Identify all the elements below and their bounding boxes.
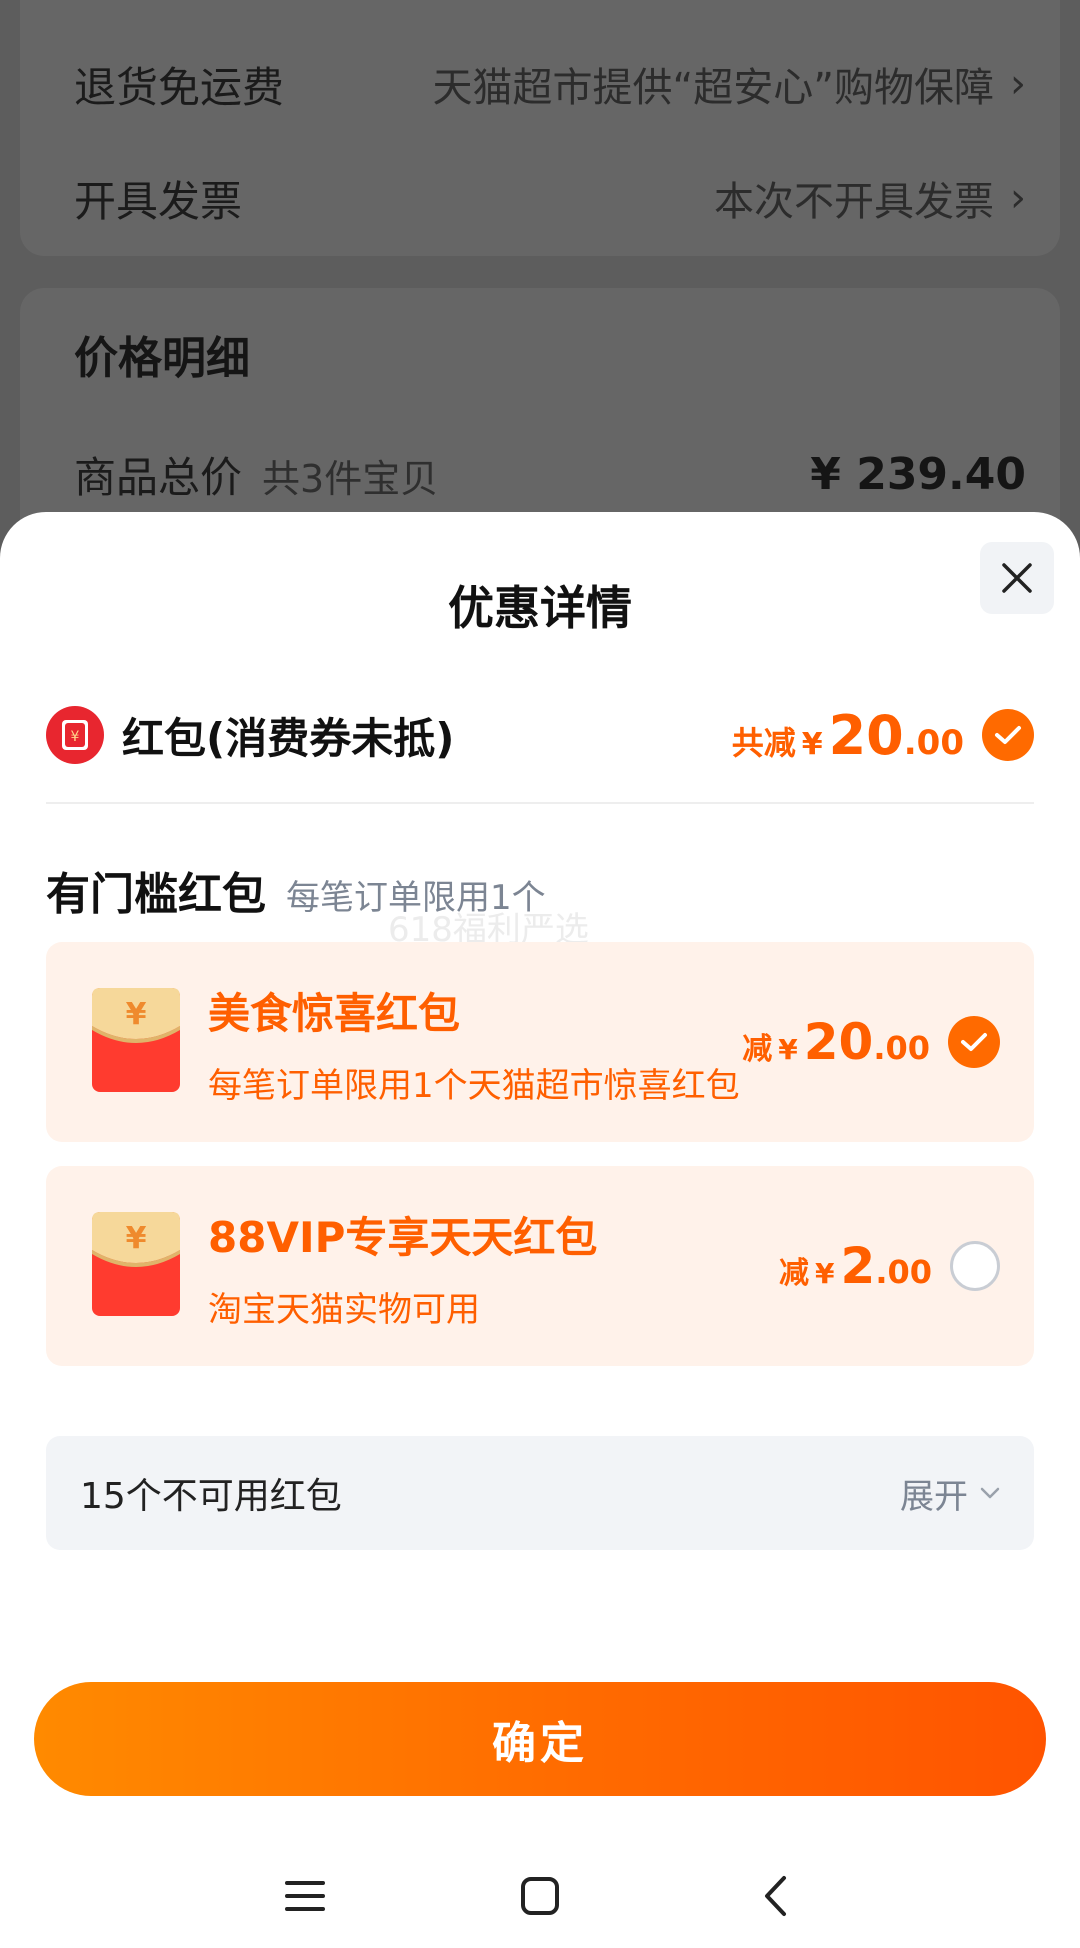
- return-shipping-label: 退货免运费: [74, 62, 285, 112]
- section-title: 有门槛红包: [46, 869, 266, 920]
- hongbao-label: 红包(消费券未抵): [122, 713, 455, 763]
- check-icon: [961, 1033, 987, 1051]
- chevron-down-icon: [980, 1487, 1000, 1499]
- chevron-right-icon: ›: [1010, 61, 1026, 107]
- divider: [46, 802, 1034, 804]
- coupon-amount: 减 ¥ 2 .00: [779, 1237, 932, 1295]
- amount-decimal: .00: [875, 1253, 932, 1291]
- red-envelope-icon: ¥: [92, 988, 180, 1092]
- menu-button[interactable]: [275, 1866, 335, 1926]
- coupon-card[interactable]: ¥ 88VIP专享天天红包 淘宝天猫实物可用 减 ¥ 2 .00: [46, 1166, 1034, 1366]
- amount-decimal: .00: [873, 1029, 930, 1067]
- back-icon: [765, 1876, 786, 1916]
- svg-text:¥: ¥: [126, 1221, 147, 1256]
- coupon-card[interactable]: ¥ 美食惊喜红包 每笔订单限用1个天猫超市惊喜红包 减 ¥ 20 .00: [46, 942, 1034, 1142]
- invoice-label: 开具发票: [74, 176, 243, 226]
- sheet-title: 优惠详情: [448, 581, 632, 635]
- invoice-row[interactable]: 开具发票 本次不开具发票 ›: [74, 168, 1026, 228]
- confirm-button[interactable]: 确定: [34, 1682, 1046, 1796]
- home-button[interactable]: [510, 1866, 570, 1926]
- background-page: 退货免运费 天猫超市提供“超安心”购物保障 › 开具发票 本次不开具发票 › 价…: [0, 0, 1080, 588]
- invoice-value: 本次不开具发票: [714, 179, 994, 225]
- hongbao-select-checkbox[interactable]: [982, 709, 1034, 761]
- total-amount-decimal: .00: [903, 722, 964, 763]
- home-icon: [521, 1877, 559, 1915]
- amount-prefix: 减: [742, 1032, 773, 1067]
- amount-prefix: 减: [779, 1256, 810, 1291]
- coupon-amount-wrap: 减 ¥ 2 .00: [779, 1166, 1000, 1366]
- total-amount-integer: 20: [828, 703, 904, 767]
- price-detail-title: 价格明细: [74, 333, 250, 384]
- back-button[interactable]: [745, 1866, 805, 1926]
- red-envelope-icon: ¥: [46, 706, 104, 764]
- coupon-title: 美食惊喜红包: [208, 989, 461, 1038]
- unavailable-count-label: 15个不可用红包: [80, 1476, 342, 1517]
- goods-total-row: 商品总价 共3件宝贝 ¥ 239.40: [74, 444, 1026, 504]
- currency-symbol: ¥: [815, 1257, 835, 1290]
- goods-count-note: 共3件宝贝: [262, 456, 439, 501]
- red-envelope-icon: ¥: [92, 1212, 180, 1316]
- chevron-right-icon: ›: [1010, 175, 1026, 221]
- currency-symbol: ¥: [778, 1033, 798, 1066]
- close-icon: [1002, 563, 1032, 593]
- currency-symbol: ¥: [801, 726, 823, 762]
- goods-total-label-wrap: 商品总价 共3件宝贝: [74, 444, 438, 505]
- total-prefix: 共减: [731, 723, 796, 762]
- hongbao-summary-row[interactable]: ¥ 红包(消费券未抵) 共减 ¥ 20 .00: [46, 698, 1034, 772]
- svg-text:¥: ¥: [126, 997, 147, 1032]
- return-shipping-value: 天猫超市提供“超安心”购物保障: [432, 65, 994, 111]
- return-shipping-value-wrap: 天猫超市提供“超安心”购物保障 ›: [433, 55, 1026, 113]
- coupon-amount: 减 ¥ 20 .00: [742, 1013, 930, 1071]
- menu-icon: [285, 1881, 325, 1911]
- discount-detail-sheet: 优惠详情 ¥ 红包(消费券未抵) 共减 ¥ 20 .00 有门槛红包 每笔订单限…: [0, 512, 1080, 1948]
- amount-integer: 20: [803, 1013, 874, 1071]
- invoice-value-wrap: 本次不开具发票 ›: [714, 169, 1026, 227]
- expand-toggle[interactable]: 展开: [900, 1469, 1002, 1518]
- coupon-desc: 淘宝天猫实物可用: [208, 1290, 480, 1330]
- return-shipping-row[interactable]: 退货免运费 天猫超市提供“超安心”购物保障 ›: [74, 54, 1026, 114]
- amount-integer: 2: [840, 1237, 876, 1295]
- coupon-title: 88VIP专享天天红包: [208, 1213, 598, 1262]
- goods-total-value: ¥ 239.40: [810, 448, 1026, 500]
- system-navigation-bar: [0, 1842, 1080, 1948]
- check-icon: [995, 726, 1021, 744]
- hongbao-total-discount: 共减 ¥ 20 .00: [732, 704, 964, 767]
- expand-label: 展开: [900, 1476, 968, 1517]
- service-card: 退货免运费 天猫超市提供“超安心”购物保障 › 开具发票 本次不开具发票 ›: [20, 0, 1060, 256]
- coupon-select-checkbox[interactable]: [948, 1016, 1000, 1068]
- svg-text:¥: ¥: [71, 729, 80, 745]
- price-detail-heading-row: 价格明细: [74, 324, 1026, 384]
- coupon-amount-wrap: 减 ¥ 20 .00: [742, 942, 1000, 1142]
- coupon-select-radio[interactable]: [950, 1241, 1000, 1291]
- unavailable-coupons-row[interactable]: 15个不可用红包 展开: [46, 1436, 1034, 1550]
- close-button[interactable]: [980, 542, 1054, 614]
- coupon-desc: 每笔订单限用1个天猫超市惊喜红包: [208, 1066, 740, 1106]
- goods-total-label: 商品总价: [74, 452, 243, 502]
